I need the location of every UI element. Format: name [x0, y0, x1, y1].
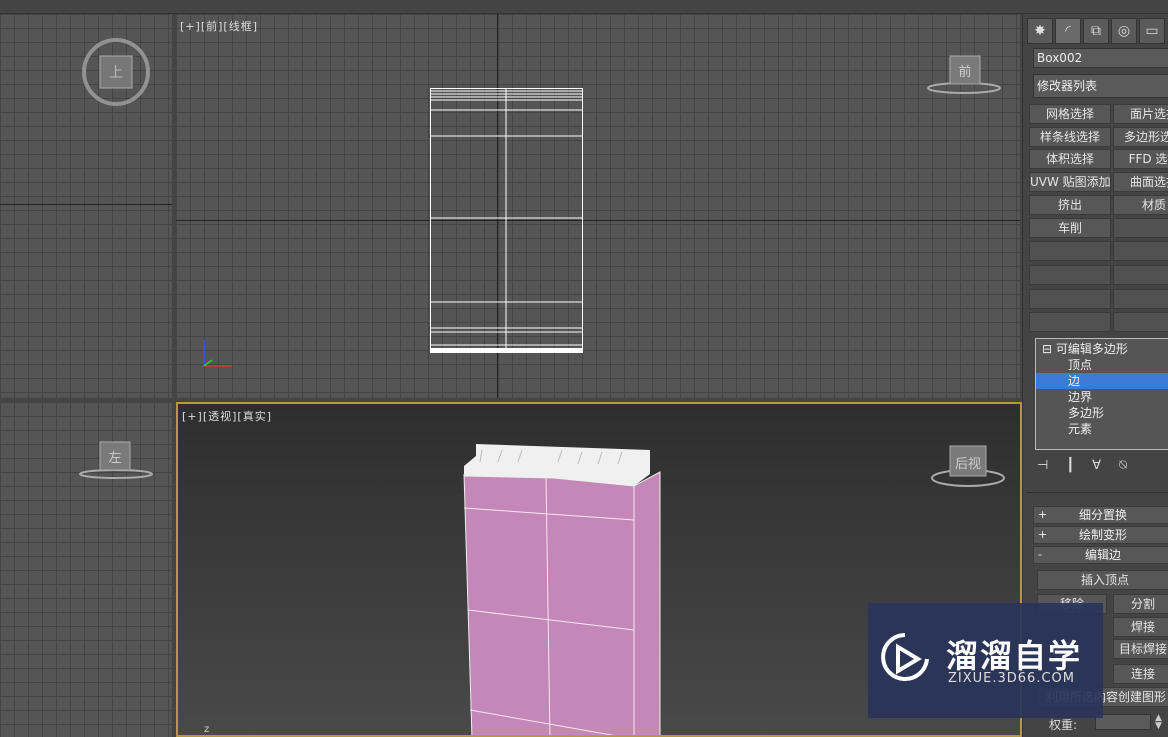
uvw-map-add-button[interactable]: UVW 贴图添加: [1029, 172, 1111, 192]
axis-tripod-icon: [203, 340, 232, 367]
rollout-label: 绘制变形: [1078, 528, 1127, 542]
show-end-result-icon[interactable]: ┃: [1066, 458, 1074, 473]
make-unique-icon[interactable]: ∀: [1092, 458, 1101, 473]
collapse-icon: -: [1038, 548, 1042, 561]
watermark: 溜溜自学 ZIXUE.3D66.COM: [868, 603, 1103, 718]
empty-slot-button[interactable]: [1113, 265, 1168, 285]
empty-slot-button[interactable]: [1113, 218, 1168, 238]
viewcube-perspective-label: 后视: [955, 457, 981, 472]
stack-item-element[interactable]: 元素: [1036, 421, 1168, 437]
pin-stack-icon[interactable]: ⊣: [1037, 458, 1048, 473]
viewcube-left[interactable]: 左: [78, 438, 154, 482]
create-tab-icon[interactable]: ✸: [1027, 18, 1053, 44]
stack-item-vertex[interactable]: 顶点: [1036, 357, 1168, 373]
surface-select-button[interactable]: 曲面选择: [1113, 172, 1168, 192]
spline-select-button[interactable]: 样条线选择: [1029, 127, 1111, 147]
connect-button[interactable]: 连接: [1113, 664, 1168, 684]
wireframe-object[interactable]: [430, 88, 584, 354]
viewport-front-label[interactable]: [+][前][线框]: [180, 18, 258, 34]
target-weld-button[interactable]: 目标焊接: [1113, 639, 1168, 659]
viewport-perspective-label[interactable]: [+][透视][真实]: [182, 408, 272, 424]
stack-root-item[interactable]: ⊟ 可编辑多边形: [1036, 341, 1168, 357]
expand-icon: +: [1038, 508, 1048, 521]
object-name-field[interactable]: Box002: [1033, 48, 1168, 68]
svg-text:z: z: [204, 724, 209, 735]
weight-spinner-icon[interactable]: ▲ ▼: [1155, 714, 1162, 731]
empty-slot-button[interactable]: [1113, 289, 1168, 309]
world-axis-x: [176, 220, 1020, 221]
empty-slot-button[interactable]: [1029, 265, 1111, 285]
viewport-left[interactable]: 左: [0, 402, 172, 737]
expand-icon: +: [1038, 528, 1048, 541]
insert-vertex-button[interactable]: 插入顶点: [1037, 570, 1168, 590]
mesh-select-button[interactable]: 网格选择: [1029, 104, 1111, 124]
play-logo-icon: [881, 633, 929, 681]
viewcube-front-label: 前: [958, 64, 971, 80]
remove-modifier-icon[interactable]: ⍉: [1119, 458, 1127, 473]
mesh-object[interactable]: [462, 444, 662, 737]
display-tab-icon[interactable]: ▭: [1139, 18, 1165, 44]
viewcube-front[interactable]: 前: [926, 52, 1002, 96]
extrude-button[interactable]: 挤出: [1029, 195, 1111, 215]
stack-root-label: 可编辑多边形: [1055, 342, 1128, 356]
hierarchy-tab-icon[interactable]: ⧉: [1083, 18, 1109, 44]
modifier-list-dropdown[interactable]: 修改器列表: [1033, 74, 1168, 98]
weight-label: 权重:: [1049, 718, 1078, 732]
axis-z-icon: z: [204, 724, 209, 735]
top-toolbar: [0, 0, 1168, 14]
modifier-stack[interactable]: ⊟ 可编辑多边形 顶点 边 边界 多边形 元素: [1035, 338, 1168, 450]
empty-slot-button[interactable]: [1029, 312, 1111, 332]
stack-item-polygon[interactable]: 多边形: [1036, 405, 1168, 421]
rollout-label: 细分置换: [1078, 508, 1127, 522]
watermark-url: ZIXUE.3D66.COM: [948, 671, 1075, 686]
viewport-front[interactable]: [+][前][线框] 前: [176, 14, 1020, 398]
stack-item-border[interactable]: 边界: [1036, 389, 1168, 405]
viewport-top[interactable]: 上: [0, 14, 172, 398]
weight-input[interactable]: [1095, 714, 1151, 730]
empty-slot-button[interactable]: [1113, 312, 1168, 332]
stack-toolbar: ⊣ ┃ ∀ ⍉: [1037, 458, 1127, 473]
empty-slot-button[interactable]: [1029, 289, 1111, 309]
viewcube-top[interactable]: 上: [80, 36, 152, 108]
poly-select-button[interactable]: 多边形选择: [1113, 127, 1168, 147]
rollout-label: 编辑边: [1084, 548, 1121, 562]
viewcube-top-label: 上: [109, 65, 123, 81]
collapse-icon[interactable]: ⊟: [1042, 342, 1052, 356]
modify-tab-icon[interactable]: ◜: [1055, 18, 1081, 44]
viewcube-left-label: 左: [108, 451, 121, 466]
weld-button[interactable]: 焊接: [1113, 617, 1168, 637]
split-button[interactable]: 分割: [1113, 594, 1168, 614]
rollout-edit-edges[interactable]: - 编辑边: [1033, 546, 1168, 564]
viewcube-perspective[interactable]: 后视: [930, 440, 1006, 490]
empty-slot-button[interactable]: [1113, 241, 1168, 261]
command-panel-tabs: ✸ ◜ ⧉ ◎ ▭: [1027, 18, 1165, 44]
volume-select-button[interactable]: 体积选择: [1029, 149, 1111, 169]
patch-select-button[interactable]: 面片选择: [1113, 104, 1168, 124]
divider: [1027, 492, 1168, 493]
world-axis-x: [0, 204, 172, 205]
rollout-paint-deformation[interactable]: + 绘制变形: [1033, 526, 1168, 544]
stack-item-edge[interactable]: 边: [1036, 373, 1168, 389]
material-button[interactable]: 材质: [1113, 195, 1168, 215]
motion-tab-icon[interactable]: ◎: [1111, 18, 1137, 44]
lathe-button[interactable]: 车削: [1029, 218, 1111, 238]
empty-slot-button[interactable]: [1029, 241, 1111, 261]
rollout-subdivision-displacement[interactable]: + 细分置换: [1033, 506, 1168, 524]
ffd-select-button[interactable]: FFD 选择: [1113, 149, 1168, 169]
